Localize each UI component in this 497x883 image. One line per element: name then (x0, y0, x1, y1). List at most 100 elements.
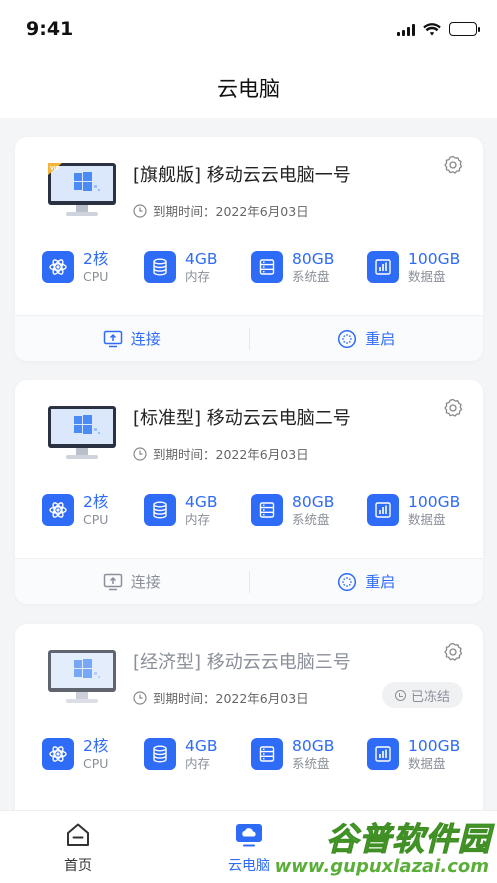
home-icon (67, 823, 89, 846)
card-actions: 连接 重启 (15, 315, 483, 361)
monitor-icon (48, 406, 116, 459)
spec-label: 系统盘 (292, 269, 330, 285)
database-icon (144, 738, 176, 771)
bar-chart-icon (367, 494, 399, 527)
watermark-url: www.gupuxlazai.com (274, 856, 489, 877)
spec-data-disk: 100GB 数据盘 (367, 737, 461, 772)
spec-label: 内存 (185, 512, 211, 528)
spec-row: 2核 CPU 4GB 内存 80GB 系统盘 100GB 数据盘 (15, 737, 483, 778)
status-bar: 9:41 (0, 0, 497, 60)
restart-icon (338, 572, 357, 591)
status-time: 9:41 (26, 18, 74, 40)
spec-label: 数据盘 (408, 512, 446, 528)
spec-system-disk: 80GB 系统盘 (251, 737, 335, 772)
server-icon (251, 494, 283, 527)
gear-icon[interactable] (443, 642, 463, 662)
spec-label: 系统盘 (292, 756, 330, 772)
tab-home-label: 首页 (64, 858, 92, 874)
card-title: [经济型] 移动云云电脑三号 (133, 652, 351, 673)
status-badge-label: 已冻结 (410, 689, 450, 705)
expiry-row: 到期时间：2022年6月03日 (133, 201, 309, 220)
vip-badge: VIP (50, 166, 60, 172)
connect-button[interactable]: 连接 (15, 316, 249, 361)
gear-icon[interactable] (443, 398, 463, 418)
server-icon (251, 738, 283, 771)
gear-icon[interactable] (443, 155, 463, 175)
spec-value: 80GB (292, 493, 335, 511)
spec-cpu: 2核 CPU (42, 250, 109, 285)
connect-label: 连接 (130, 330, 161, 348)
atom-icon (42, 738, 74, 771)
nav-bar: 云电脑 (0, 60, 497, 118)
cloud-pc-card[interactable]: [经济型] 移动云云电脑三号 到期时间：2022年6月03日 已冻结 2核 CPU… (15, 624, 483, 810)
spec-value: 2核 (83, 737, 109, 755)
restart-label: 重启 (365, 330, 396, 348)
connect-label: 连接 (130, 573, 161, 591)
tab-cloud-pc-label: 云电脑 (228, 858, 270, 874)
spec-label: 内存 (185, 269, 211, 285)
status-badge: 已冻结 (381, 682, 463, 708)
spec-value: 2核 (83, 250, 109, 268)
tab-home[interactable]: 首页 (33, 821, 123, 875)
spec-label: CPU (83, 269, 109, 285)
spec-label: CPU (83, 512, 109, 528)
spec-memory: 4GB 内存 (144, 737, 218, 771)
spec-cpu: 2核 CPU (42, 737, 109, 772)
spec-value: 100GB (408, 737, 461, 755)
spec-cpu: 2核 CPU (42, 493, 109, 528)
watermark-text: 谷普软件园 (325, 820, 491, 859)
restart-button[interactable]: 重启 (250, 559, 484, 604)
server-icon (251, 251, 283, 284)
restart-label: 重启 (365, 573, 396, 591)
expiry-text: 到期时间：2022年6月03日 (153, 691, 309, 706)
spec-value: 100GB (408, 493, 461, 511)
spec-system-disk: 80GB 系统盘 (251, 493, 335, 528)
bar-chart-icon (367, 738, 399, 771)
cloud-pc-card[interactable]: VIP [旗舰版] 移动云云电脑一号 到期时间：2022年6月03日 2核 CPU… (15, 137, 483, 361)
clock-icon (133, 446, 147, 461)
spec-label: 数据盘 (408, 269, 446, 285)
card-title: [标准型] 移动云云电脑二号 (133, 408, 351, 429)
expiry-row: 到期时间：2022年6月03日 (133, 444, 309, 463)
spec-value: 80GB (292, 250, 335, 268)
spec-value: 80GB (292, 737, 335, 755)
cloud-computer-icon (236, 824, 262, 847)
spec-value: 4GB (185, 250, 218, 268)
signal-icon (397, 23, 415, 36)
wifi-icon (423, 22, 441, 35)
connect-button[interactable]: 连接 (15, 559, 249, 604)
clock-icon (133, 690, 147, 705)
database-icon (144, 251, 176, 284)
watermark: 谷普软件园 www.gupuxlazai.com (272, 812, 497, 883)
spec-value: 2核 (83, 493, 109, 511)
battery-icon (449, 22, 480, 36)
page-title: 云电脑 (217, 77, 280, 101)
monitor-icon (48, 650, 116, 703)
spec-label: 数据盘 (408, 756, 446, 772)
card-title: [旗舰版] 移动云云电脑一号 (133, 165, 351, 186)
bar-chart-icon (367, 251, 399, 284)
database-icon (144, 494, 176, 527)
spec-row: 2核 CPU 4GB 内存 80GB 系统盘 100GB 数据盘 (15, 250, 483, 291)
card-list: VIP [旗舰版] 移动云云电脑一号 到期时间：2022年6月03日 2核 CPU… (0, 118, 497, 810)
monitor-icon: VIP (48, 163, 116, 216)
expiry-row: 到期时间：2022年6月03日 (133, 688, 309, 707)
atom-icon (42, 494, 74, 527)
screen-share-icon (103, 330, 122, 347)
spec-data-disk: 100GB 数据盘 (367, 493, 461, 528)
spec-label: 系统盘 (292, 512, 330, 528)
screen-share-icon (103, 573, 122, 590)
spec-label: CPU (83, 756, 109, 772)
status-icons (397, 22, 480, 36)
atom-icon (42, 251, 74, 284)
check-circle-icon (394, 689, 406, 701)
restart-button[interactable]: 重启 (250, 316, 484, 361)
spec-row: 2核 CPU 4GB 内存 80GB 系统盘 100GB 数据盘 (15, 493, 483, 534)
spec-memory: 4GB 内存 (144, 250, 218, 285)
expiry-text: 到期时间：2022年6月03日 (153, 204, 309, 219)
card-actions: 连接 重启 (15, 558, 483, 604)
spec-value: 100GB (408, 250, 461, 268)
cloud-pc-card[interactable]: [标准型] 移动云云电脑二号 到期时间：2022年6月03日 2核 CPU 4GB… (15, 380, 483, 604)
spec-value: 4GB (185, 737, 218, 755)
spec-system-disk: 80GB 系统盘 (251, 250, 335, 285)
